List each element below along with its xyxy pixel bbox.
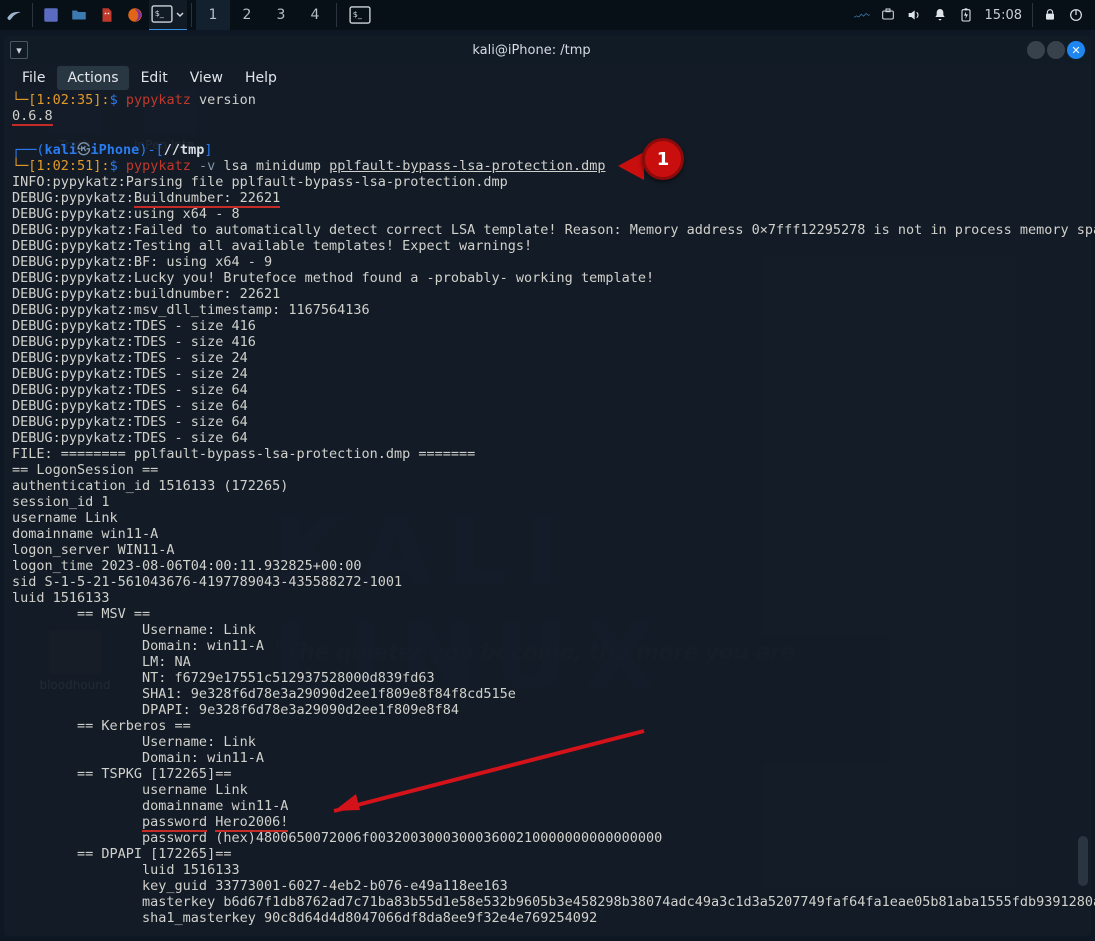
app-files-icon[interactable]: [65, 0, 93, 30]
title-bar[interactable]: ▾ kali@iPhone: /tmp ✕: [4, 36, 1091, 64]
app-kazam-icon[interactable]: [37, 0, 65, 30]
app-firefox-icon[interactable]: [121, 0, 149, 30]
svg-text:$_: $_: [155, 8, 165, 18]
svg-text:$_: $_: [353, 9, 363, 19]
menu-help[interactable]: Help: [235, 66, 287, 90]
top-panel: $_ 1 2 3 4 $_ 15:08: [0, 0, 1095, 30]
menu-view[interactable]: View: [180, 66, 233, 90]
window-maximize-button[interactable]: [1047, 41, 1065, 59]
terminal-output[interactable]: └─[1:02:35]:$ pypykatz version 0.6.8 ┌──…: [4, 92, 1091, 934]
scrollbar-thumb[interactable]: [1078, 836, 1088, 886]
menu-file[interactable]: File: [12, 66, 55, 90]
cpu-graph-icon[interactable]: [849, 0, 875, 30]
window-appmenu-icon[interactable]: ▾: [10, 41, 28, 59]
volume-icon[interactable]: [901, 0, 927, 30]
lock-icon[interactable]: [1037, 0, 1063, 30]
menu-bar: File Actions Edit View Help: [4, 64, 1091, 92]
menu-edit[interactable]: Edit: [131, 66, 178, 90]
screenshot-icon[interactable]: [875, 0, 901, 30]
window-title: kali@iPhone: /tmp: [36, 43, 1027, 58]
workspace-3[interactable]: 3: [264, 0, 298, 30]
kali-menu-icon[interactable]: [0, 0, 28, 30]
annotation-badge-1: 1: [642, 138, 684, 180]
workspace-2[interactable]: 2: [230, 0, 264, 30]
notifications-icon[interactable]: [927, 0, 953, 30]
power-icon[interactable]: [1063, 0, 1089, 30]
battery-icon[interactable]: [953, 0, 979, 30]
clock[interactable]: 15:08: [979, 8, 1028, 23]
menu-actions[interactable]: Actions: [57, 66, 128, 90]
app-cherrytree-icon[interactable]: [93, 0, 121, 30]
window-close-button[interactable]: ✕: [1067, 41, 1085, 59]
annotation-pointer: [618, 152, 644, 180]
workspace-switcher: 1 2 3 4: [196, 0, 332, 30]
window-minimize-button[interactable]: [1027, 41, 1045, 59]
taskbar-terminal-1[interactable]: $_: [149, 0, 187, 31]
taskbar-terminal-2[interactable]: $_: [341, 0, 379, 30]
workspace-1[interactable]: 1: [196, 0, 230, 32]
terminal-window: ▾ kali@iPhone: /tmp ✕ File Actions Edit …: [4, 36, 1091, 936]
workspace-4[interactable]: 4: [298, 0, 332, 30]
